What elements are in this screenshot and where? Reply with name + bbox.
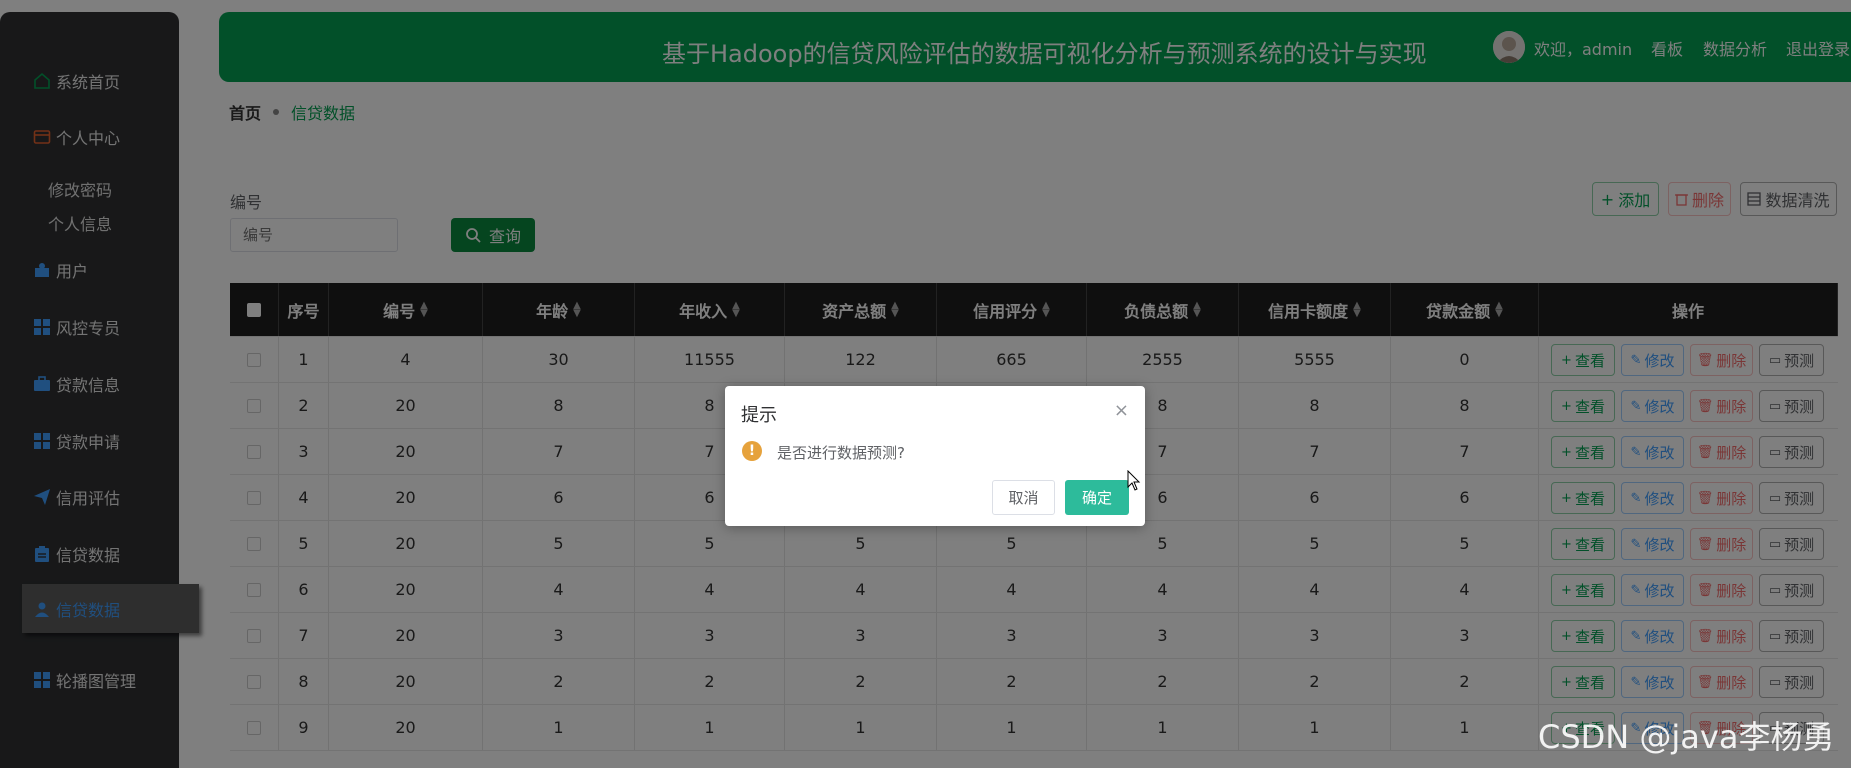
dialog-title: 提示 <box>741 405 777 426</box>
confirm-button[interactable]: 确定 <box>1065 480 1129 515</box>
dialog-message: 是否进行数据预测? <box>777 444 905 462</box>
warning-icon: ! <box>742 441 762 461</box>
close-icon[interactable]: × <box>1114 400 1129 421</box>
mouse-cursor-icon <box>1127 469 1141 496</box>
cancel-button[interactable]: 取消 <box>992 480 1055 515</box>
confirm-dialog: 提示 × ! 是否进行数据预测? 取消 确定 <box>725 386 1145 526</box>
watermark: CSDN @java李杨勇 <box>1538 718 1835 756</box>
app-root: 系统首页 个人中心 修改密码 个人信息 用户 风控专员 贷款信息 贷款申请 信用… <box>0 0 1851 768</box>
modal-overlay[interactable] <box>0 0 1851 768</box>
